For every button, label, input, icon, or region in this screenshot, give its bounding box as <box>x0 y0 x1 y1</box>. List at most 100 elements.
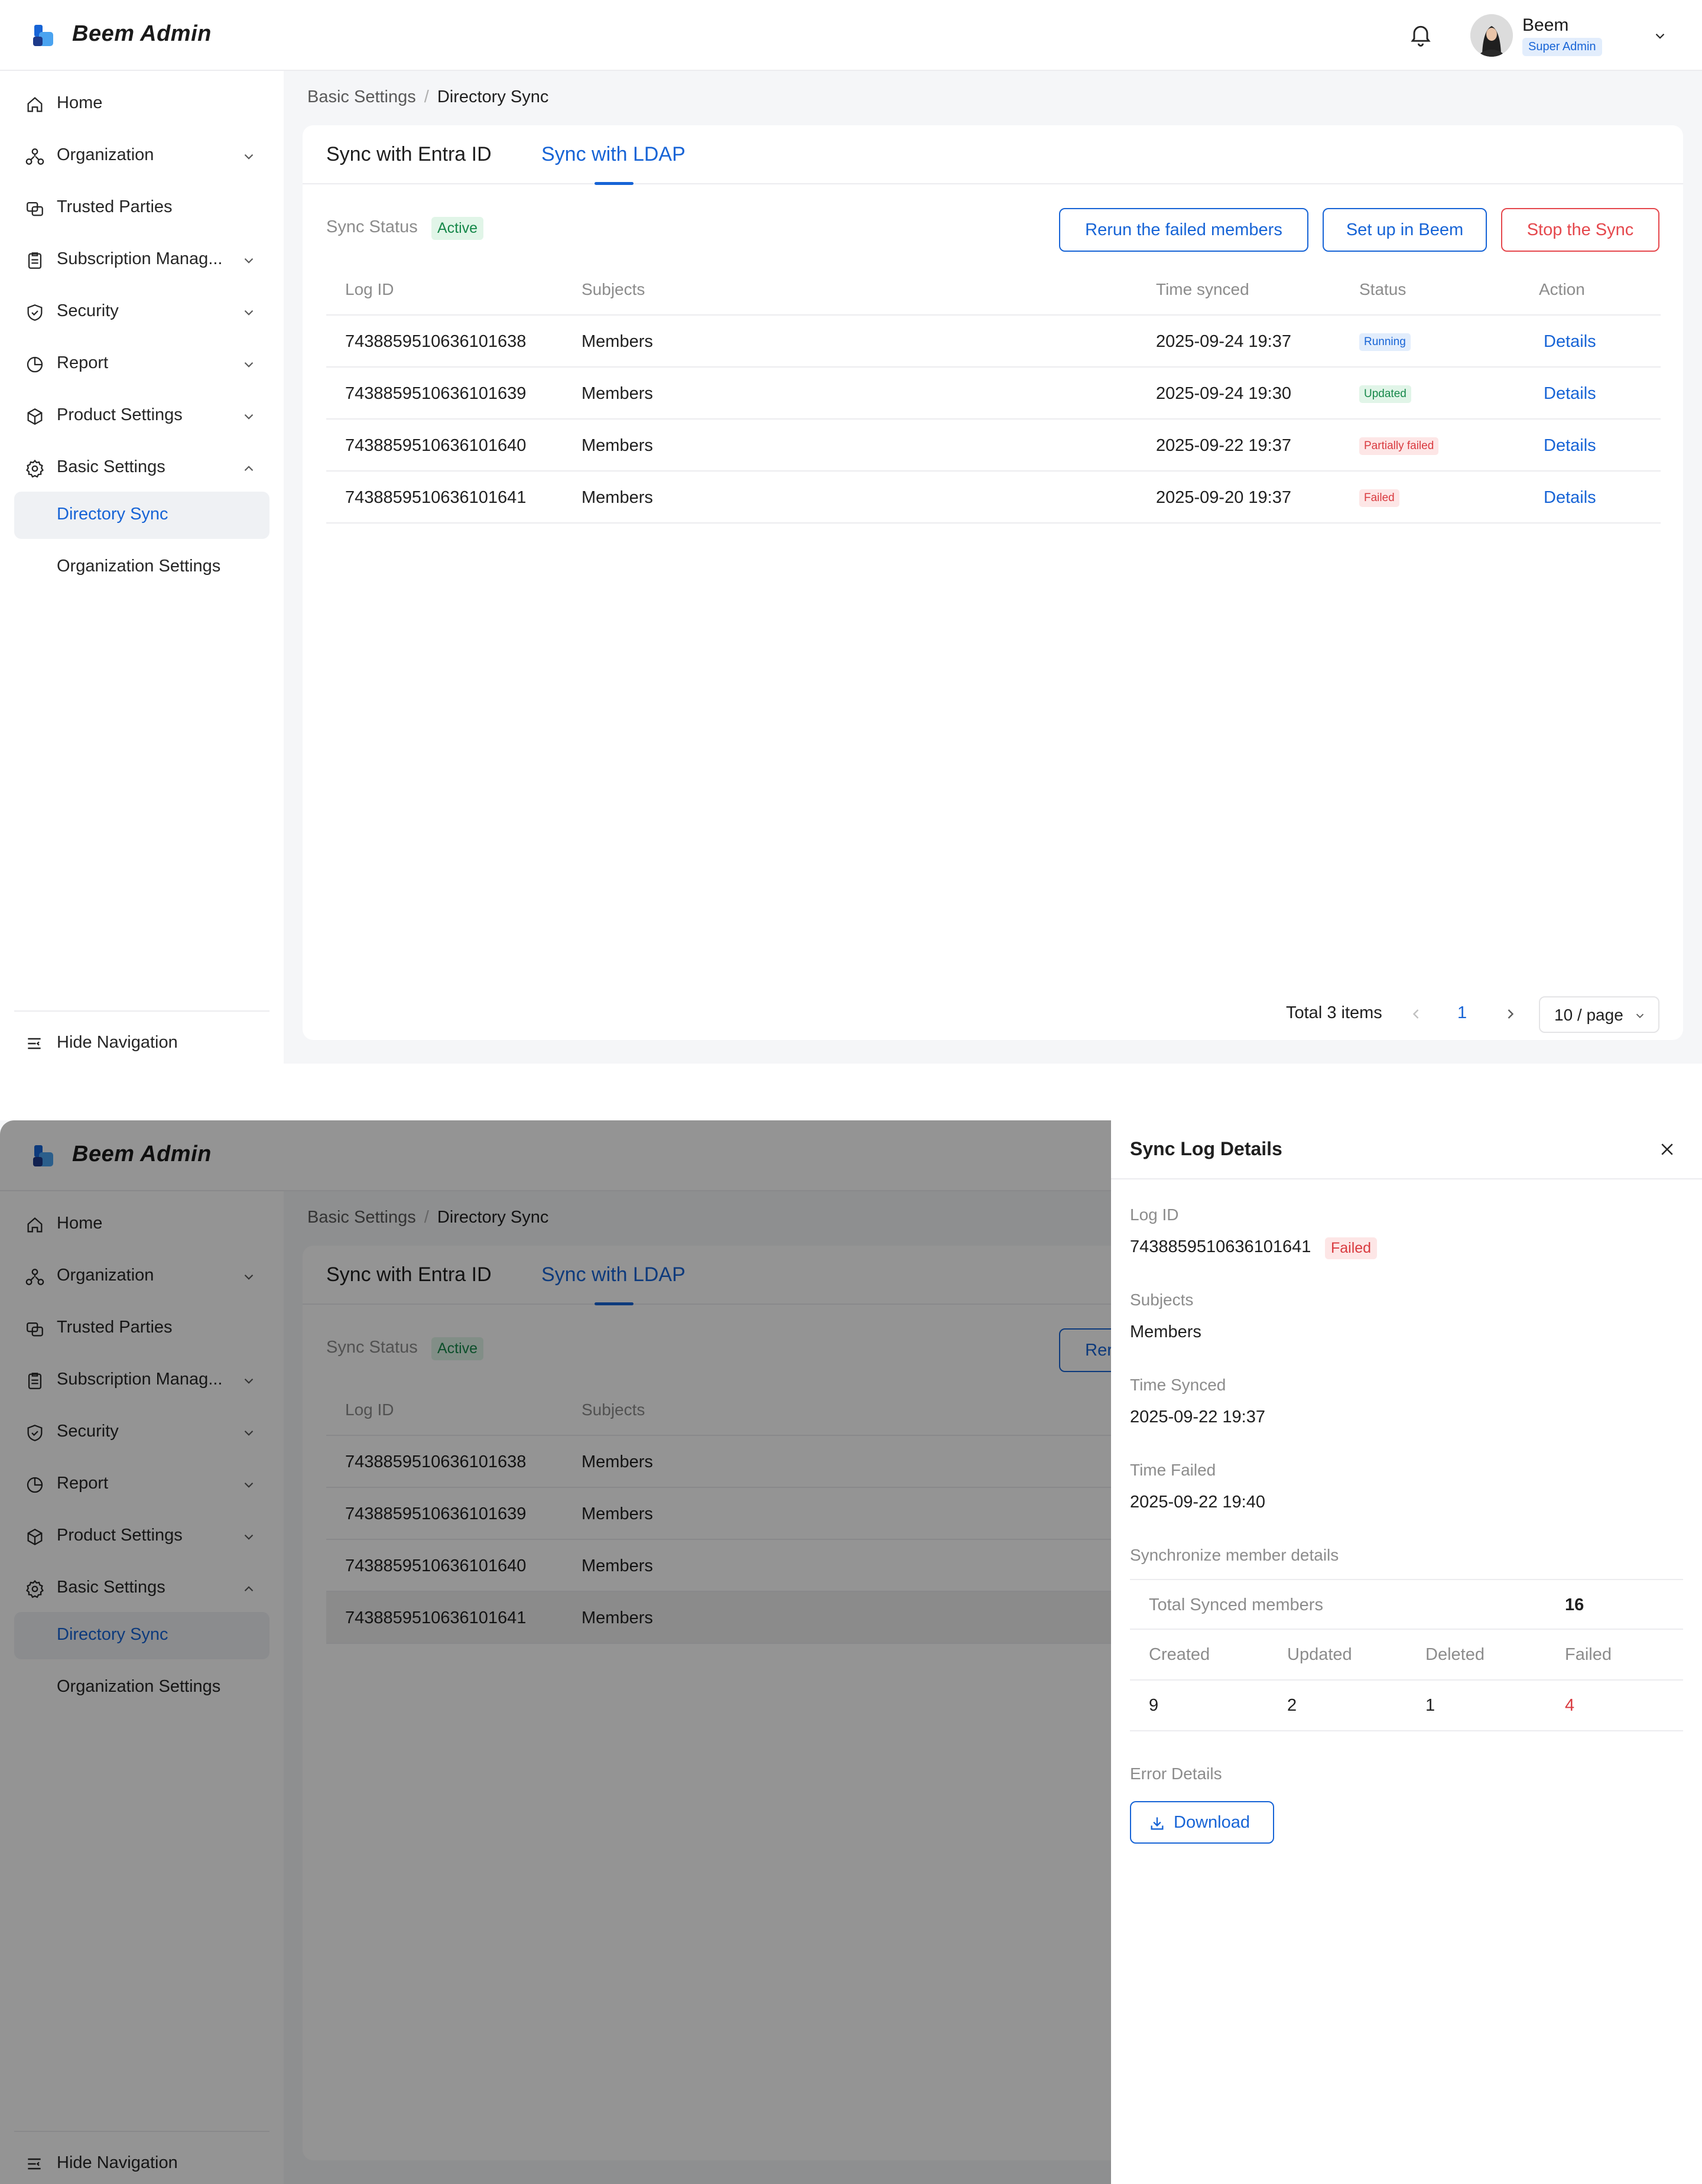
log-id-value: 7438859510636101641 <box>1130 1237 1311 1256</box>
sidebar-item-product-settings[interactable]: Product Settings <box>14 392 269 440</box>
subjects-cell: Members <box>582 488 653 507</box>
clipboard-icon <box>28 252 42 269</box>
sidebar-item-label: Subscription Manag... <box>57 249 223 268</box>
notification-bell-icon[interactable] <box>1408 22 1434 48</box>
download-label: Download <box>1174 1813 1250 1832</box>
pagination-page[interactable]: 1 <box>1457 1003 1467 1023</box>
sidebar-item-report[interactable]: Report <box>14 340 269 388</box>
failed-value: 4 <box>1565 1696 1575 1715</box>
created-value: 9 <box>1149 1696 1159 1715</box>
sync-log-details-drawer: Sync Log Details Log ID 7438859510636101… <box>1111 1120 1702 2184</box>
chevron-down-icon[interactable] <box>1652 28 1668 44</box>
beem-logo-icon <box>33 25 53 46</box>
subjects-cell: Members <box>582 436 653 455</box>
chevron-down-icon <box>244 154 254 160</box>
details-link[interactable]: Details <box>1544 488 1596 508</box>
member-stats-table: Total Synced members 16 Created Updated … <box>1130 1579 1683 1731</box>
stats-value-row: 9 2 1 4 <box>1130 1681 1683 1731</box>
stop-sync-button[interactable]: Stop the Sync <box>1501 208 1659 252</box>
download-button[interactable]: Download <box>1130 1801 1274 1844</box>
app-brand: Beem Admin <box>72 21 212 46</box>
log-id-cell: 7438859510636101638 <box>345 332 527 351</box>
member-details-label: Synchronize member details <box>1130 1546 1339 1564</box>
column-header: Action <box>1539 280 1585 298</box>
tab-ldap[interactable]: Sync with LDAP <box>541 143 686 166</box>
rerun-failed-button[interactable]: Rerun the failed members <box>1059 208 1308 252</box>
sync-status-label: Sync Status <box>326 217 418 236</box>
log-id-label: Log ID <box>1130 1205 1179 1224</box>
sidebar-item-organization[interactable]: Organization <box>14 132 269 180</box>
log-id-cell: 7438859510636101640 <box>345 436 527 455</box>
chevron-down-icon <box>244 310 254 316</box>
status-badge: Running <box>1359 333 1411 351</box>
time-failed-value: 2025-09-22 19:40 <box>1130 1493 1265 1512</box>
tab-entra-id[interactable]: Sync with Entra ID <box>326 143 492 166</box>
table-row: 7438859510636101640 Members 2025-09-22 1… <box>326 420 1661 472</box>
setup-in-beem-button[interactable]: Set up in Beem <box>1323 208 1487 252</box>
log-id-cell: 7438859510636101641 <box>345 488 527 507</box>
stats-header-row: Created Updated Deleted Failed <box>1130 1630 1683 1681</box>
deleted-value: 1 <box>1425 1696 1435 1715</box>
table-header: Log ID Subjects Time synced Status Actio… <box>326 264 1661 316</box>
total-synced-row: Total Synced members 16 <box>1130 1579 1683 1630</box>
log-id-cell: 7438859510636101639 <box>345 384 527 403</box>
sync-log-table: Log ID Subjects Time synced Status Actio… <box>326 264 1661 524</box>
details-link[interactable]: Details <box>1544 384 1596 404</box>
active-tab-indicator <box>595 182 634 185</box>
time-failed-label: Time Failed <box>1130 1461 1216 1479</box>
total-synced-label: Total Synced members <box>1149 1595 1323 1614</box>
organization-icon <box>25 148 44 165</box>
trusted-parties-icon <box>27 202 43 216</box>
chevron-right-icon[interactable] <box>1502 1006 1519 1022</box>
sidebar-subitem-organization-settings[interactable]: Organization Settings <box>14 544 269 591</box>
sidebar-item-home[interactable]: Home <box>14 80 269 128</box>
column-header: Time synced <box>1156 280 1249 298</box>
status-badge: Failed <box>1359 489 1399 507</box>
updated-value: 2 <box>1287 1696 1297 1715</box>
gear-icon <box>26 459 44 478</box>
chevron-left-icon[interactable] <box>1408 1006 1424 1022</box>
sidebar-subitem-directory-sync[interactable]: Directory Sync <box>14 492 269 539</box>
tab-bar: Sync with Entra ID Sync with LDAP <box>303 125 1683 185</box>
hide-navigation-button[interactable]: Hide Navigation <box>14 1022 269 1064</box>
column-header: Subjects <box>582 280 645 298</box>
pie-chart-icon <box>27 356 43 373</box>
sidebar-item-label: Report <box>57 353 109 372</box>
sidebar-item-subscription[interactable]: Subscription Manag... <box>14 236 269 284</box>
subjects-cell: Members <box>582 384 653 403</box>
table-row: 7438859510636101638 Members 2025-09-24 1… <box>326 316 1661 368</box>
created-header: Created <box>1149 1645 1210 1664</box>
sidebar-item-security[interactable]: Security <box>14 288 269 336</box>
sidebar-item-label: Organization Settings <box>57 557 221 576</box>
sidebar-item-label: Product Settings <box>57 405 183 424</box>
column-header: Status <box>1359 280 1407 298</box>
sidebar-divider <box>14 1010 269 1012</box>
error-details-label: Error Details <box>1130 1764 1222 1783</box>
time-cell: 2025-09-22 19:37 <box>1156 436 1291 455</box>
subjects-cell: Members <box>582 332 653 351</box>
time-cell: 2025-09-24 19:30 <box>1156 384 1291 403</box>
time-synced-label: Time Synced <box>1130 1376 1226 1394</box>
avatar[interactable] <box>1470 14 1513 57</box>
table-row: 7438859510636101641 Members 2025-09-20 1… <box>326 472 1661 524</box>
deleted-header: Deleted <box>1425 1645 1485 1664</box>
breadcrumb-parent[interactable]: Basic Settings <box>307 87 416 106</box>
time-cell: 2025-09-20 19:37 <box>1156 488 1291 507</box>
sidebar-item-trusted-parties[interactable]: Trusted Parties <box>14 184 269 232</box>
close-icon[interactable] <box>1658 1140 1676 1158</box>
sidebar-item-basic-settings[interactable]: Basic Settings <box>14 444 269 492</box>
chevron-down-icon <box>244 414 254 420</box>
details-link[interactable]: Details <box>1544 332 1596 352</box>
sidebar: Home Organization Trusted Parties Subscr… <box>0 71 284 1064</box>
pagination-total: Total 3 items <box>1286 1003 1382 1022</box>
directory-sync-screen: Beem Admin Beem Super Admin Home Organiz… <box>0 0 1702 1064</box>
page-size-select[interactable]: 10 / page <box>1539 996 1659 1033</box>
top-header: Beem Admin Beem Super Admin <box>0 0 1702 71</box>
subjects-value: Members <box>1130 1322 1201 1341</box>
time-cell: 2025-09-24 19:37 <box>1156 332 1291 351</box>
hide-navigation-label: Hide Navigation <box>57 1033 178 1052</box>
breadcrumb-separator: / <box>424 87 429 106</box>
sidebar-item-label: Home <box>57 93 103 112</box>
details-link[interactable]: Details <box>1544 436 1596 456</box>
column-header: Log ID <box>345 280 394 298</box>
